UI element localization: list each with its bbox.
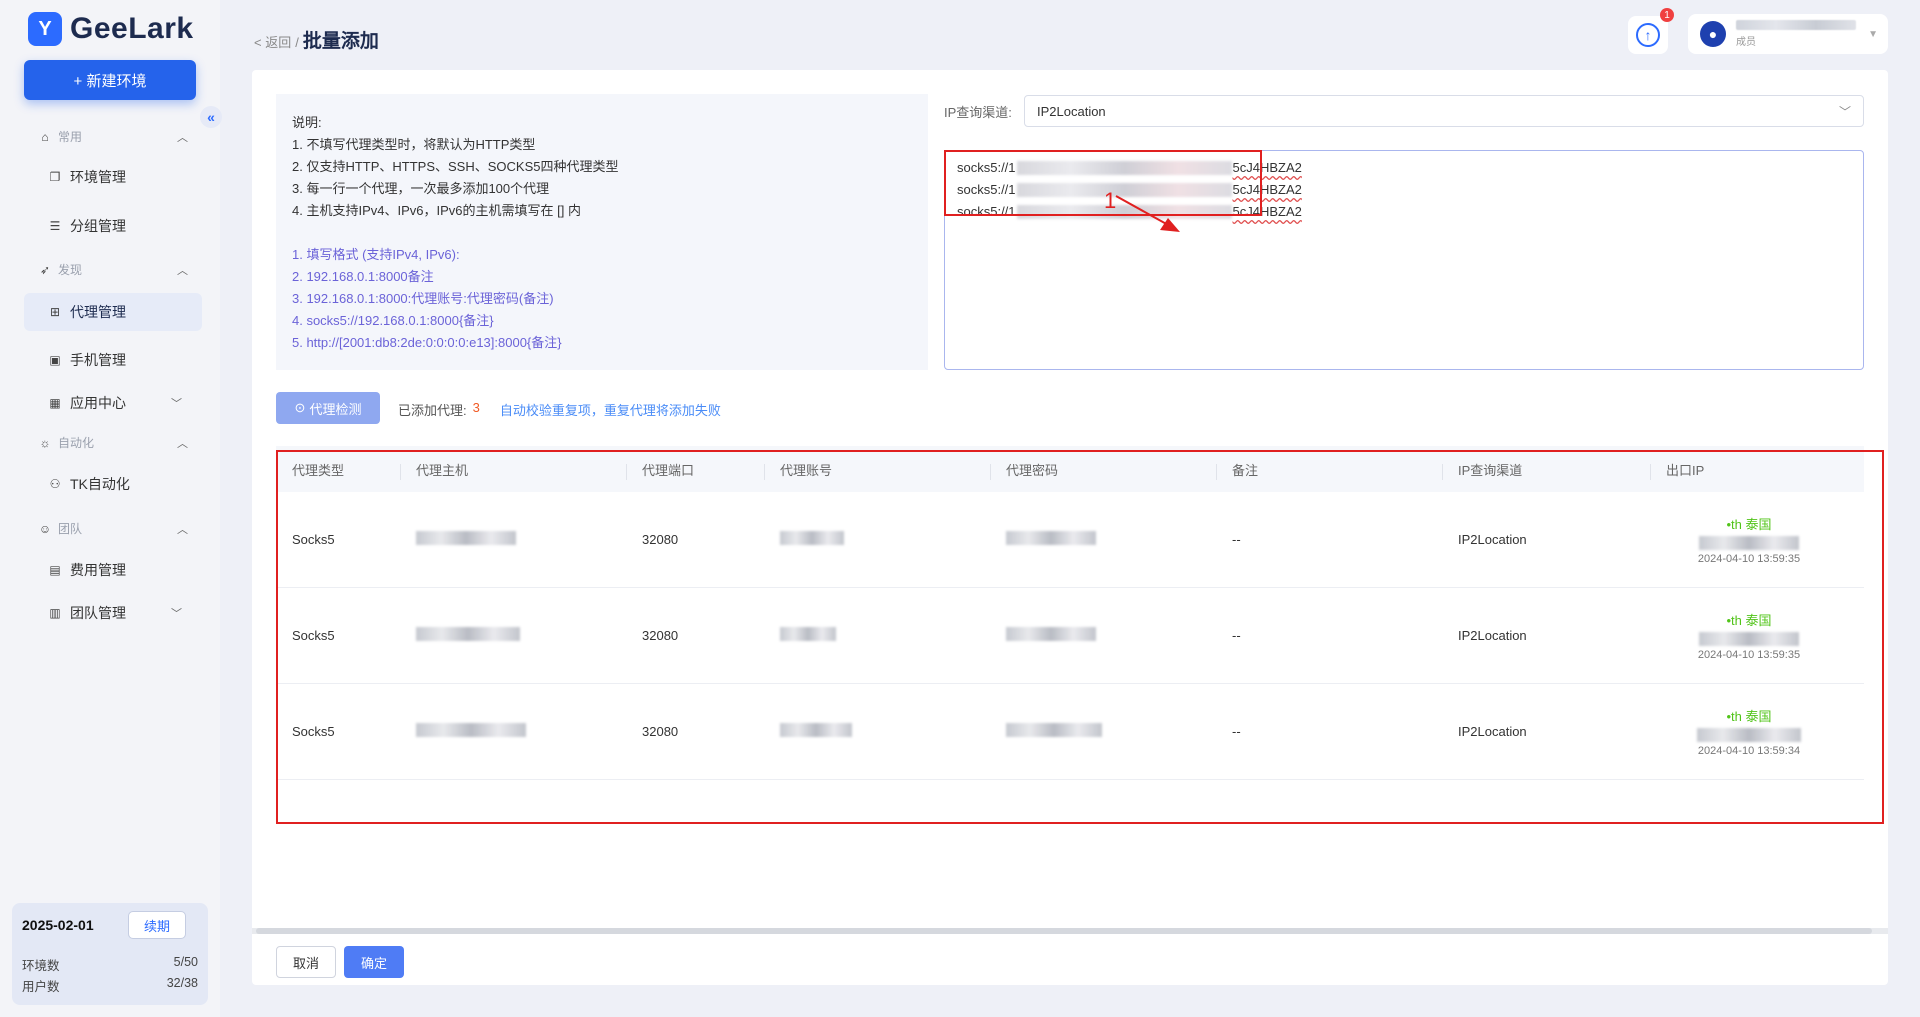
user-count-label: 用户数 — [22, 980, 60, 994]
caret-down-icon: ▼ — [1868, 28, 1878, 40]
chevron-down-icon: ﹀ — [171, 608, 182, 620]
duplicate-tip: 自动校验重复项，重复代理将添加失败 — [499, 403, 721, 418]
ip-channel-select[interactable]: IP2Location ﹀ — [1024, 95, 1864, 127]
nav-group-automation[interactable]: ☼ 自动化 ︿ — [38, 434, 189, 451]
format-line: 1. 填写格式 (支持IPv4, IPv6): — [292, 247, 460, 262]
chevron-up-icon: ︿ — [177, 264, 188, 277]
sidebar-item-label: 手机管理 — [70, 352, 126, 368]
collapse-sidebar-button[interactable]: « — [200, 106, 222, 128]
bill-icon: ▤ — [49, 563, 61, 577]
confirm-button[interactable]: 确定 — [344, 946, 404, 978]
added-count: 3 — [472, 400, 480, 415]
grid-icon: ▦ — [49, 396, 61, 410]
annotation-box-table — [276, 450, 1884, 824]
nav-group-discover[interactable]: ➶ 发现 ︿ — [38, 261, 188, 278]
breadcrumb-separator: / — [295, 35, 299, 50]
sidebar-item-phone-manage[interactable]: ▣ 手机管理 — [24, 341, 202, 379]
search-icon: ⊙ — [294, 400, 306, 415]
phone-icon: ▣ — [49, 353, 61, 367]
logo[interactable]: Y GeeLark — [28, 12, 194, 46]
instructions-panel: 说明: 1. 不填写代理类型时，将默认为HTTP类型 2. 仅支持HTTP、HT… — [276, 94, 928, 370]
added-proxy-summary: 已添加代理: 3 自动校验重复项，重复代理将添加失败 — [398, 400, 721, 419]
env-count-label: 环境数 — [22, 959, 60, 973]
sidebar-item-app-center[interactable]: ▦ 应用中心 ﹀ — [24, 384, 202, 422]
sidebar-item-tk-automation[interactable]: ⚇ TK自动化 — [24, 465, 202, 503]
plan-card: 2025-02-01 续期 环境数 5/50 用户数 32/38 — [12, 903, 208, 1005]
flow-icon: ⚇ — [49, 477, 61, 491]
plan-expiry-date: 2025-02-01 — [22, 917, 94, 933]
format-line: 5. http://[2001:db8:2de:0:0:0:0:e13]:800… — [292, 335, 562, 350]
format-line: 2. 192.168.0.1:8000备注 — [292, 269, 434, 284]
rule-line: 2. 仅支持HTTP、HTTPS、SSH、SOCKS5四种代理类型 — [292, 159, 619, 174]
main-panel: 说明: 1. 不填写代理类型时，将默认为HTTP类型 2. 仅支持HTTP、HT… — [252, 70, 1888, 985]
user-menu[interactable]: ● 成员 ▼ — [1688, 14, 1888, 54]
new-environment-button[interactable]: + 新建环境 — [24, 60, 196, 100]
rocket-icon: ➶ — [39, 262, 51, 277]
geelark-logo-icon: Y — [28, 12, 62, 46]
notification-badge: 1 — [1660, 8, 1674, 22]
people-icon: ☺ — [38, 521, 52, 536]
instructions-heading: 说明: — [292, 115, 322, 130]
sidebar-item-group-manage[interactable]: ☰ 分组管理 — [24, 207, 202, 245]
horizontal-scrollbar[interactable] — [252, 928, 1888, 934]
sidebar-item-proxy-manage[interactable]: ⊞ 代理管理 — [24, 293, 202, 331]
ip-channel-value: IP2Location — [1037, 103, 1106, 119]
user-name-redacted — [1736, 20, 1856, 30]
proxy-check-label: 代理检测 — [309, 401, 362, 417]
sidebar-item-label: 费用管理 — [70, 562, 126, 578]
back-link[interactable]: < 返回 — [254, 32, 291, 51]
cancel-button[interactable]: 取消 — [276, 946, 336, 978]
brand-name: GeeLark — [70, 12, 194, 45]
nav-group-label: 自动化 — [58, 436, 95, 450]
nav-group-label: 团队 — [58, 522, 83, 536]
sidebar-item-label: 团队管理 — [70, 605, 126, 621]
rule-line: 1. 不填写代理类型时，将默认为HTTP类型 — [292, 137, 536, 152]
added-label: 已添加代理: — [398, 403, 467, 418]
upload-button[interactable]: ↑ — [1628, 16, 1668, 54]
renew-button[interactable]: 续期 — [128, 911, 186, 939]
chevron-up-icon: ︿ — [177, 523, 188, 536]
window-icon: ❐ — [49, 170, 61, 184]
user-count-value: 32/38 — [166, 976, 198, 990]
bulb-icon: ☼ — [39, 435, 51, 450]
chevron-down-icon: ﹀ — [1838, 104, 1851, 119]
format-line: 4. socks5://192.168.0.1:8000{备注} — [292, 313, 494, 328]
rule-line: 4. 主机支持IPv4、IPv6，IPv6的主机需填写在 [] 内 — [292, 203, 581, 218]
arrow-up-icon: ↑ — [1636, 23, 1660, 47]
sidebar-item-team-manage[interactable]: ▥ 团队管理 ﹀ — [24, 594, 202, 632]
rule-line: 3. 每一行一个代理，一次最多添加100个代理 — [292, 181, 550, 196]
format-line: 3. 192.168.0.1:8000:代理账号:代理密码(备注) — [292, 291, 554, 306]
chevron-down-icon: ﹀ — [171, 398, 182, 410]
id-card-icon: ▥ — [49, 606, 61, 620]
env-count-value: 5/50 — [173, 955, 198, 969]
sidebar-item-env-manage[interactable]: ❐ 环境管理 — [24, 158, 202, 196]
chevron-up-icon: ︿ — [177, 131, 188, 144]
sidebar: Y GeeLark + 新建环境 ⌂ 常用 ︿ ❐ 环境管理 ☰ 分组管理 ➶ … — [0, 0, 220, 1017]
sidebar-item-billing[interactable]: ▤ 费用管理 — [24, 551, 202, 589]
proxy-check-button[interactable]: ⊙ 代理检测 — [276, 392, 380, 424]
nav-group-label: 发现 — [58, 263, 83, 277]
nav-group-team[interactable]: ☺ 团队 ︿ — [38, 520, 188, 537]
ip-channel-label: IP查询渠道: — [944, 105, 1012, 120]
nav-group-label: 常用 — [58, 130, 83, 144]
network-icon: ⊞ — [49, 305, 61, 319]
user-role: 成员 — [1736, 37, 1756, 48]
nav-group-common[interactable]: ⌂ 常用 ︿ — [38, 128, 188, 145]
sidebar-item-label: 代理管理 — [70, 304, 126, 320]
sidebar-item-label: 环境管理 — [70, 169, 126, 185]
breadcrumb: < 返回 / 批量添加 — [254, 26, 379, 53]
home-icon: ⌂ — [41, 129, 49, 144]
sidebar-item-label: 分组管理 — [70, 218, 126, 234]
sidebar-item-label: 应用中心 — [70, 395, 126, 411]
list-icon: ☰ — [49, 219, 61, 233]
avatar: ● — [1700, 21, 1726, 47]
user-count-row: 用户数 32/38 — [22, 976, 198, 995]
annotation-box-input — [944, 150, 1262, 216]
sidebar-item-label: TK自动化 — [70, 476, 130, 492]
env-count-row: 环境数 5/50 — [22, 955, 198, 974]
page-title: 批量添加 — [302, 31, 379, 52]
chevron-up-icon: ︿ — [177, 437, 188, 450]
